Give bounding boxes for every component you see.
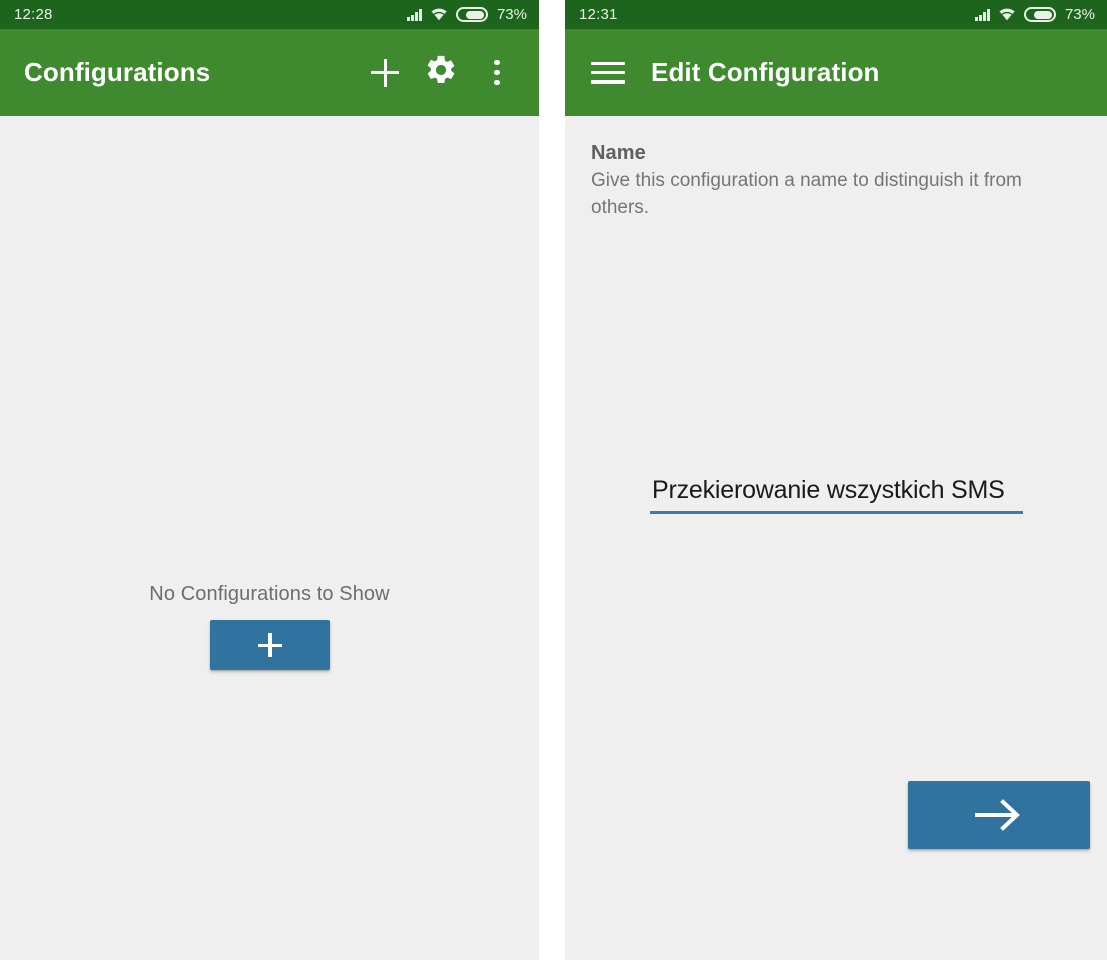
settings-button[interactable] [413,45,469,101]
status-bar-clock: 12:31 [579,6,618,23]
app-bar-actions [357,45,525,101]
page-title: Configurations [24,57,211,87]
empty-state-message: No Configurations to Show [149,583,390,605]
status-bar-indicators: 73% [407,6,527,23]
app-bar-edit-configuration: Edit Configuration [565,29,1107,116]
battery-percent-label: 73% [1064,6,1095,23]
signal-bars-icon [407,8,422,21]
battery-icon [1023,7,1056,22]
overflow-menu-button[interactable] [469,45,525,101]
configurations-list-area: No Configurations to Show [0,116,539,960]
app-bar-configurations: Configurations [0,29,539,116]
edit-configuration-body: Name Give this configuration a name to d… [565,116,1107,960]
plus-icon [371,58,399,87]
edit-configuration-screen: 12:31 73% Edit Configuration Name Give t… [565,0,1107,960]
name-field [650,476,1023,514]
status-bar-clock: 12:28 [14,6,53,23]
empty-state: No Configurations to Show [0,583,539,670]
section-description: Give this configuration a name to distin… [591,170,1022,218]
name-input-underline [650,511,1023,514]
wifi-icon [431,8,447,21]
add-configuration-button[interactable] [357,45,413,101]
hamburger-menu-icon[interactable] [591,61,625,84]
name-section-header: Name Give this configuration a name to d… [565,116,1107,221]
arrow-right-icon [973,798,1025,832]
battery-percent-label: 73% [496,6,527,23]
battery-icon [455,7,488,22]
page-title: Edit Configuration [651,57,880,87]
signal-bars-icon [975,8,990,21]
dual-screenshot-container: 12:28 73% Configurations No Configuratio… [0,0,1107,960]
more-vertical-icon [494,59,500,86]
configurations-screen: 12:28 73% Configurations No Configuratio… [0,0,539,960]
plus-icon [257,633,282,657]
wifi-icon [999,8,1015,21]
gear-icon [424,53,458,92]
section-title: Name [591,142,646,164]
next-button[interactable] [908,781,1090,849]
name-input[interactable] [650,476,1023,511]
add-configuration-fab[interactable] [209,620,330,670]
screen-divider [539,0,565,960]
status-bar-right: 12:31 73% [565,0,1107,29]
status-bar-indicators: 73% [975,6,1095,23]
status-bar-left: 12:28 73% [0,0,539,29]
